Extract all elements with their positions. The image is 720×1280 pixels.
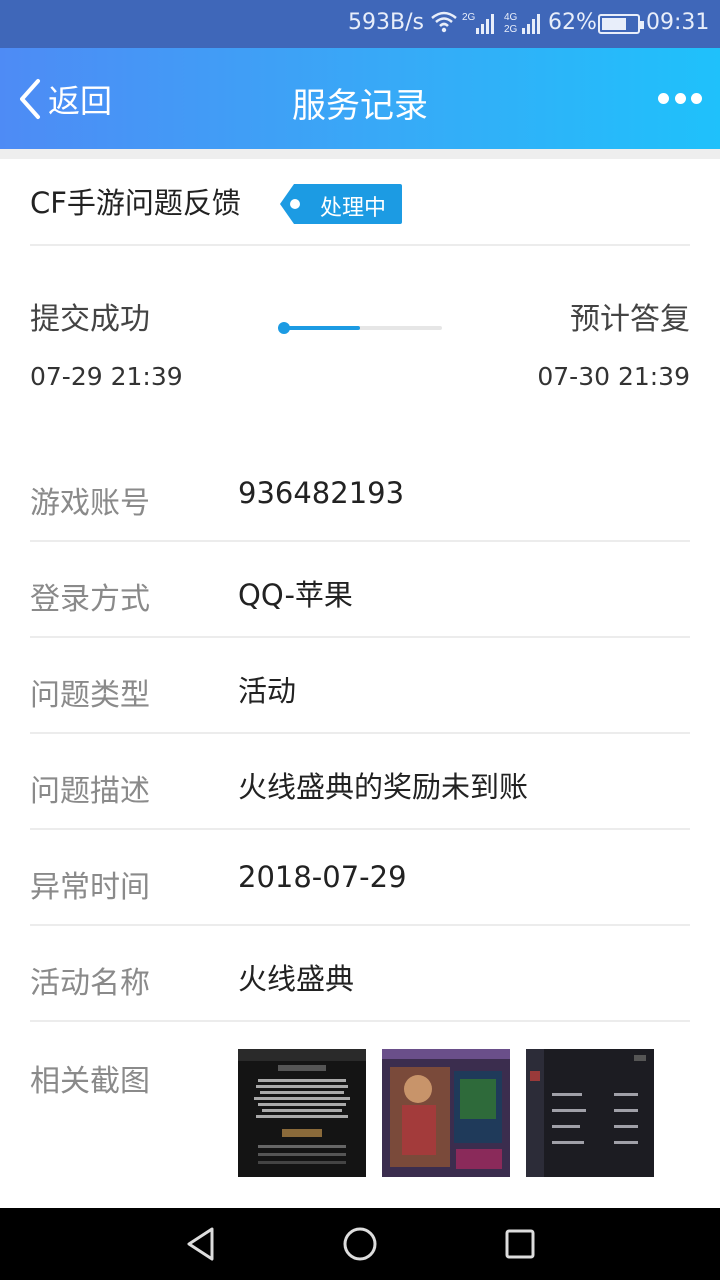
- divider: [30, 244, 690, 246]
- svg-text:4G: 4G: [504, 12, 518, 23]
- ticket-topic: CF手游问题反馈: [30, 186, 241, 220]
- progress-fill: [284, 326, 360, 330]
- nav-bar: 返回 服务记录: [0, 48, 720, 149]
- screenshot-thumbnail-3[interactable]: [526, 1049, 654, 1177]
- divider: [30, 924, 690, 926]
- field-value-login: QQ-苹果: [238, 578, 353, 612]
- field-value-description: 火线盛典的奖励未到账: [238, 770, 529, 804]
- field-label-activity: 活动名称: [30, 966, 150, 1001]
- clock: 09:31: [646, 10, 710, 35]
- wifi-icon: [431, 11, 457, 33]
- page-title: 服务记录: [292, 86, 428, 126]
- submitted-label: 提交成功: [30, 302, 150, 337]
- field-value-time: 2018-07-29: [238, 860, 407, 894]
- signal-4g-icon: 4G 2G: [504, 12, 540, 35]
- battery-percent: 62%: [548, 10, 597, 35]
- expected-label: 预计答复: [570, 302, 690, 337]
- status-badge-label: 处理中: [320, 196, 387, 221]
- field-value-type: 活动: [238, 674, 297, 708]
- screenshot-image: [382, 1049, 510, 1177]
- home-circle-icon[interactable]: [342, 1226, 378, 1262]
- divider: [30, 1020, 690, 1022]
- back-triangle-icon[interactable]: [184, 1226, 216, 1262]
- screenshot-thumbnail-2[interactable]: [382, 1049, 510, 1177]
- system-nav-bar: [0, 1208, 720, 1280]
- field-value-activity: 火线盛典: [238, 962, 355, 996]
- divider: [30, 732, 690, 734]
- progress-knob: [278, 322, 290, 334]
- field-label-description: 问题描述: [30, 774, 150, 809]
- field-label-account: 游戏账号: [30, 486, 150, 521]
- expected-time: 07-30 21:39: [537, 362, 690, 391]
- recents-square-icon[interactable]: [504, 1228, 536, 1260]
- screenshot-image: [238, 1049, 366, 1177]
- field-label-time: 异常时间: [30, 870, 150, 905]
- svg-text:2G: 2G: [462, 12, 476, 23]
- screenshots-label: 相关截图: [30, 1064, 150, 1099]
- field-label-type: 问题类型: [30, 678, 150, 713]
- net-speed: 593B/s: [348, 10, 424, 35]
- status-badge: 处理中: [280, 184, 402, 224]
- screenshot-thumbnail-1[interactable]: [238, 1049, 366, 1177]
- divider: [30, 636, 690, 638]
- field-value-account: 936482193: [238, 476, 405, 510]
- status-bar: 593B/s 2G 4G 2G 62% 09:31: [0, 0, 720, 48]
- dot-icon: [290, 199, 300, 209]
- screenshot-image: [526, 1049, 654, 1177]
- more-icon[interactable]: [658, 88, 702, 108]
- divider: [30, 540, 690, 542]
- divider: [0, 149, 720, 159]
- field-label-login: 登录方式: [30, 582, 150, 617]
- progress-bar: [278, 322, 442, 334]
- svg-text:2G: 2G: [504, 24, 518, 35]
- battery-icon: [598, 14, 644, 34]
- divider: [30, 828, 690, 830]
- signal-2g-icon: 2G: [462, 12, 494, 34]
- submitted-time: 07-29 21:39: [30, 362, 183, 391]
